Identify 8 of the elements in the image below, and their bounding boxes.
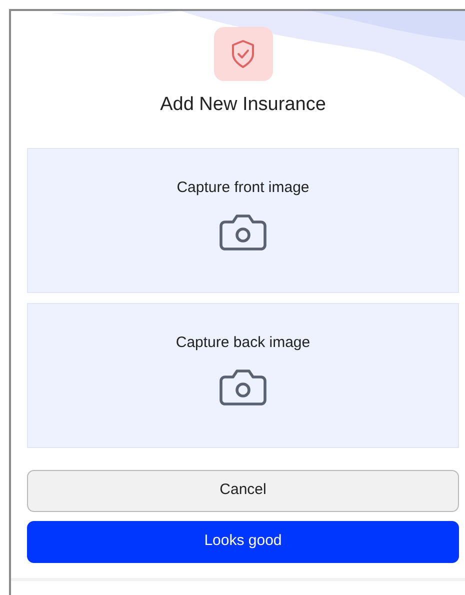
capture-area[interactable]: Capture front image [27,148,459,292]
shield-icon [214,27,272,81]
camera-icon [219,213,267,251]
confirm-button[interactable]: Looks good [27,520,459,562]
capture-area[interactable]: Capture back image [27,302,459,448]
camera-icon [219,368,267,406]
cancel-button[interactable]: Cancel [27,470,459,512]
dialog-title: Add New Insurance [159,93,327,117]
